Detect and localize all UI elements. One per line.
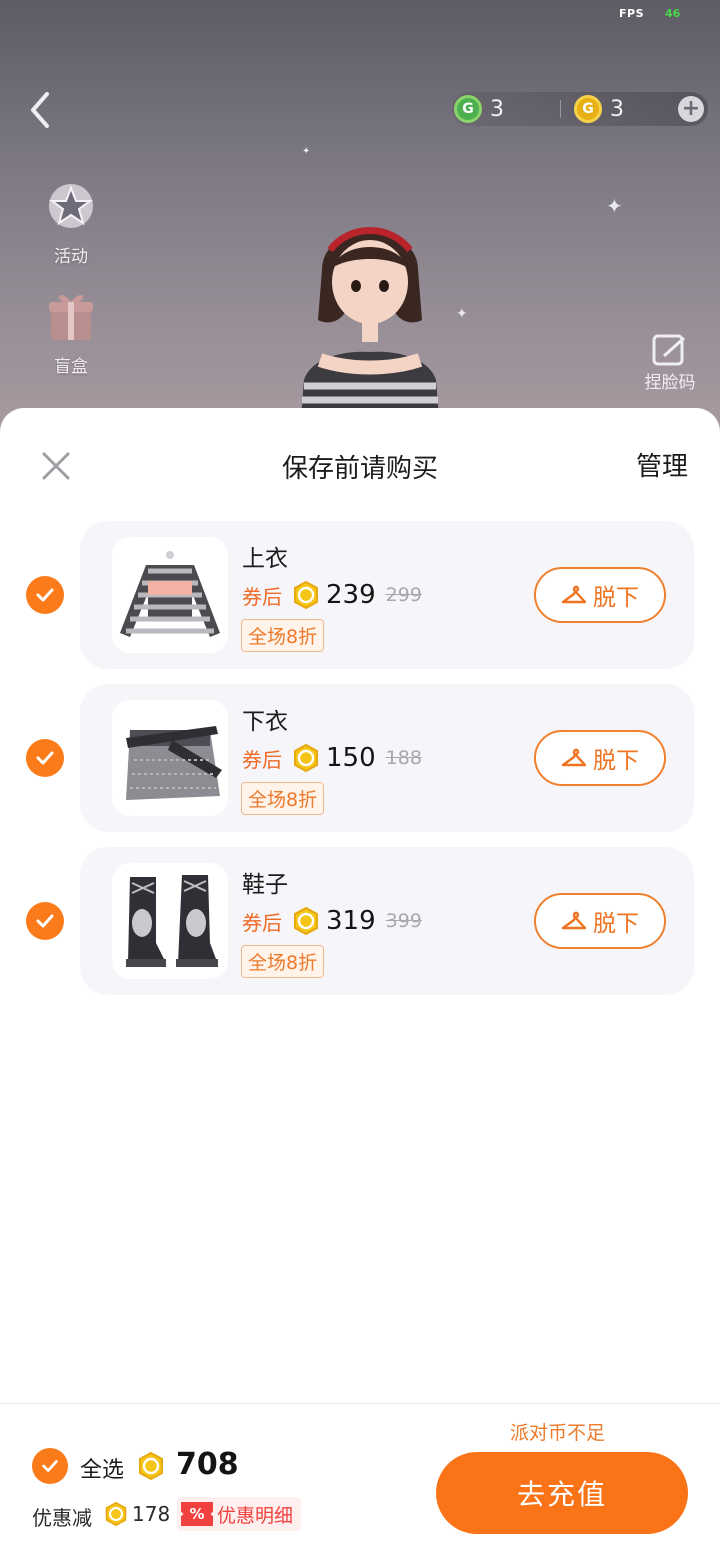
- item-price: 150: [326, 743, 376, 773]
- list-item-bottom: 下衣 券后 150 188 全场8折 脱下: [0, 684, 720, 834]
- item-name: 上衣: [242, 546, 288, 572]
- star-badge-icon: [48, 184, 94, 228]
- check-icon: [36, 751, 54, 765]
- take-off-button[interactable]: 脱下: [534, 730, 666, 786]
- coin-icon: [294, 744, 318, 772]
- item-name: 鞋子: [242, 872, 288, 898]
- discount-value: 178: [132, 1502, 171, 1526]
- hanger-icon: [561, 911, 587, 930]
- coin-icon: [139, 1452, 163, 1480]
- edit-square-icon: [652, 334, 686, 366]
- item-price: 239: [326, 580, 376, 610]
- avatar-scene: FPS 46 G 3 G 3 + 活动 盲盒 捏脸码 ✦ ✦ ✦: [0, 0, 720, 430]
- item-name: 下衣: [242, 709, 288, 735]
- take-off-label: 脱下: [593, 748, 639, 774]
- check-icon: [36, 914, 54, 928]
- hanger-icon: [561, 585, 587, 604]
- blindbox-button[interactable]: 盲盒: [36, 286, 106, 377]
- item-checkbox[interactable]: [26, 739, 64, 777]
- select-all-checkbox[interactable]: [32, 1448, 68, 1484]
- item-original-price: 188: [385, 747, 422, 769]
- face-code-button[interactable]: 捏脸码: [640, 332, 700, 393]
- chevron-left-icon: [31, 92, 49, 128]
- item-thumbnail-top: [112, 537, 228, 653]
- price-line: 券后 150 188: [242, 742, 422, 774]
- gift-box-icon: [49, 295, 93, 340]
- boots-image: [126, 875, 218, 967]
- price-line: 券后 239 299: [242, 579, 422, 611]
- price-prefix: 券后: [242, 910, 282, 935]
- item-thumbnail-shoes: [112, 863, 228, 979]
- gold-coin-value: 3: [610, 96, 624, 122]
- green-coin-icon: G: [454, 95, 482, 123]
- back-button[interactable]: [22, 88, 62, 132]
- manage-button[interactable]: 管理: [636, 446, 688, 483]
- item-card: 鞋子 券后 319 399 全场8折 脱下: [80, 847, 694, 995]
- discount-detail-button[interactable]: % 优惠明细: [177, 1497, 302, 1531]
- coin-icon: [294, 581, 318, 609]
- item-original-price: 399: [385, 910, 422, 932]
- currency-bar: G 3 G 3 +: [452, 92, 708, 126]
- take-off-button[interactable]: 脱下: [534, 567, 666, 623]
- fps-value: 46: [665, 7, 681, 20]
- take-off-label: 脱下: [593, 585, 639, 611]
- coin-icon: [294, 907, 318, 935]
- item-thumbnail-bottom: [112, 700, 228, 816]
- insufficient-balance-text: 派对币不足: [510, 1422, 606, 1444]
- item-checkbox[interactable]: [26, 902, 64, 940]
- discount-tag: 全场8折: [241, 945, 325, 978]
- sheet-title: 保存前请购买: [281, 454, 438, 484]
- fps-label: FPS: [619, 7, 644, 20]
- check-icon: [42, 1460, 58, 1472]
- gold-coin-balance: G 3: [574, 92, 624, 126]
- price-line: 券后 319 399: [242, 905, 422, 937]
- percent-coupon-icon: %: [181, 1502, 213, 1526]
- discount-tag: 全场8折: [241, 619, 325, 652]
- item-checkbox[interactable]: [26, 576, 64, 614]
- sparkle-icon: ✦: [606, 194, 623, 218]
- checkout-footer: 全选 708 优惠减 178 % 优惠明细 派对币不足 去充值: [0, 1403, 720, 1560]
- select-all-label[interactable]: 全选: [80, 1452, 124, 1484]
- hanger-icon: [561, 748, 587, 767]
- price-prefix: 券后: [242, 747, 282, 772]
- denim-skirt-image: [126, 726, 222, 800]
- plus-icon: +: [681, 96, 701, 121]
- add-coin-button[interactable]: +: [678, 96, 704, 122]
- coin-icon: [105, 1502, 127, 1526]
- green-coin-value: 3: [490, 96, 504, 122]
- purchase-sheet: 保存前请购买 管理 上衣 券后 239 299 全场8折 脱下 下衣 券后 15…: [0, 408, 720, 1560]
- discount-label: 优惠减: [32, 1506, 92, 1530]
- discount-detail-label: 优惠明细: [217, 1504, 294, 1527]
- take-off-label: 脱下: [593, 911, 639, 937]
- green-coin-balance: G 3: [454, 92, 504, 126]
- gold-coin-icon: G: [574, 95, 602, 123]
- list-item-shoes: 鞋子 券后 319 399 全场8折 脱下: [0, 847, 720, 997]
- striped-top-image: [120, 551, 220, 637]
- avatar-character: [300, 227, 440, 430]
- take-off-button[interactable]: 脱下: [534, 893, 666, 949]
- divider: [560, 100, 561, 118]
- face-code-label: 捏脸码: [644, 373, 696, 393]
- total-price: 708: [176, 1447, 239, 1482]
- activity-label: 活动: [54, 247, 88, 267]
- item-card: 下衣 券后 150 188 全场8折 脱下: [80, 684, 694, 832]
- item-original-price: 299: [385, 584, 422, 606]
- sparkle-icon: ✦: [456, 306, 468, 322]
- item-card: 上衣 券后 239 299 全场8折 脱下: [80, 521, 694, 669]
- check-icon: [36, 588, 54, 602]
- item-price: 319: [326, 906, 376, 936]
- discount-tag: 全场8折: [241, 782, 325, 815]
- activity-button[interactable]: 活动: [36, 176, 106, 267]
- recharge-button[interactable]: 去充值: [436, 1452, 688, 1534]
- price-prefix: 券后: [242, 584, 282, 609]
- blindbox-label: 盲盒: [54, 357, 88, 377]
- list-item-top: 上衣 券后 239 299 全场8折 脱下: [0, 521, 720, 671]
- sparkle-icon: ✦: [302, 146, 311, 157]
